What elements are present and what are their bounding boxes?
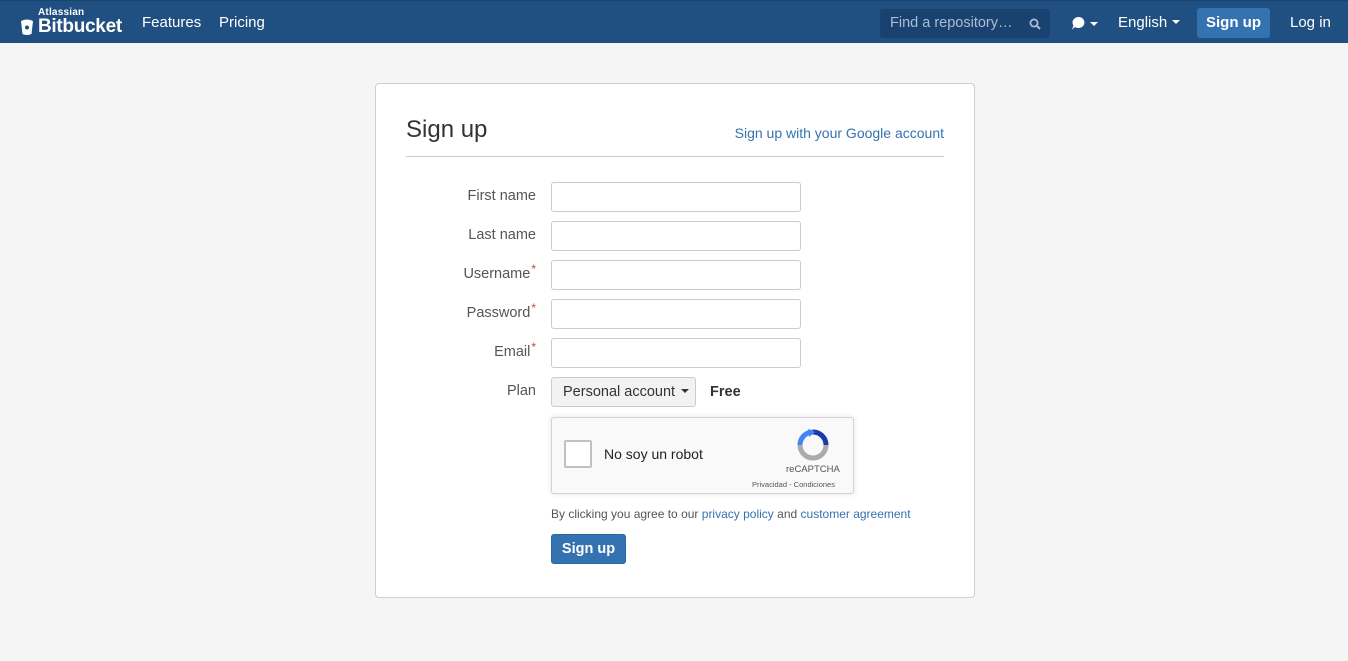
username-field[interactable] [551,260,801,290]
email-label: Email* [494,340,536,360]
page-title: Sign up [406,116,488,143]
help-menu[interactable] [1071,15,1101,31]
recaptcha-widget: No soy un robot reCAPTCHA Privacidad - C… [551,417,854,494]
login-link[interactable]: Log in [1290,14,1331,31]
plan-dropdown[interactable]: Personal account [551,377,696,407]
chevron-down-icon [681,389,690,394]
header-signup-button[interactable]: Sign up [1197,8,1270,38]
plan-label: Plan [506,383,536,399]
google-signup-link[interactable]: Sign up with your Google account [735,125,944,141]
divider [406,156,944,157]
recaptcha-logo-icon [797,429,829,461]
signup-card: Sign up Sign up with your Google account… [375,83,975,598]
recaptcha-brand: reCAPTCHA [786,464,840,475]
first-name-label: First name [467,188,537,204]
plan-selected-value: Personal account [563,384,676,400]
required-marker: * [531,301,536,315]
bucket-icon [21,19,33,35]
email-field[interactable] [551,338,801,368]
customer-agreement-link[interactable]: customer agreement [801,507,911,521]
search-placeholder: Find a repository… [890,15,1013,31]
recaptcha-checkbox[interactable] [564,440,592,468]
password-field[interactable] [551,299,801,329]
recaptcha-label: No soy un robot [604,446,703,462]
language-label: English [1118,14,1168,31]
password-label: Password* [466,301,536,321]
chevron-down-icon [1172,20,1181,25]
required-marker: * [531,262,536,276]
top-navigation-bar: Atlassian Bitbucket Features Pricing Fin… [0,0,1348,43]
search-icon [1029,18,1041,30]
plan-price: Free [710,384,741,400]
bitbucket-logo[interactable]: Atlassian Bitbucket [20,6,130,40]
last-name-label: Last name [468,227,536,243]
last-name-field[interactable] [551,221,801,251]
nav-link-pricing[interactable]: Pricing [219,14,265,31]
first-name-field[interactable] [551,182,801,212]
brand-name: Bitbucket [38,16,122,37]
agreement-text: By clicking you agree to our privacy pol… [551,507,911,521]
required-marker: * [531,340,536,354]
username-label: Username* [463,262,536,282]
nav-link-features[interactable]: Features [142,14,201,31]
recaptcha-terms-link[interactable]: Privacidad - Condiciones [752,480,835,489]
submit-signup-button[interactable]: Sign up [551,534,626,564]
language-selector[interactable]: English [1118,14,1181,31]
help-bubble-icon [1072,16,1098,30]
privacy-policy-link[interactable]: privacy policy [702,507,774,521]
repository-search-input[interactable]: Find a repository… [880,9,1050,38]
